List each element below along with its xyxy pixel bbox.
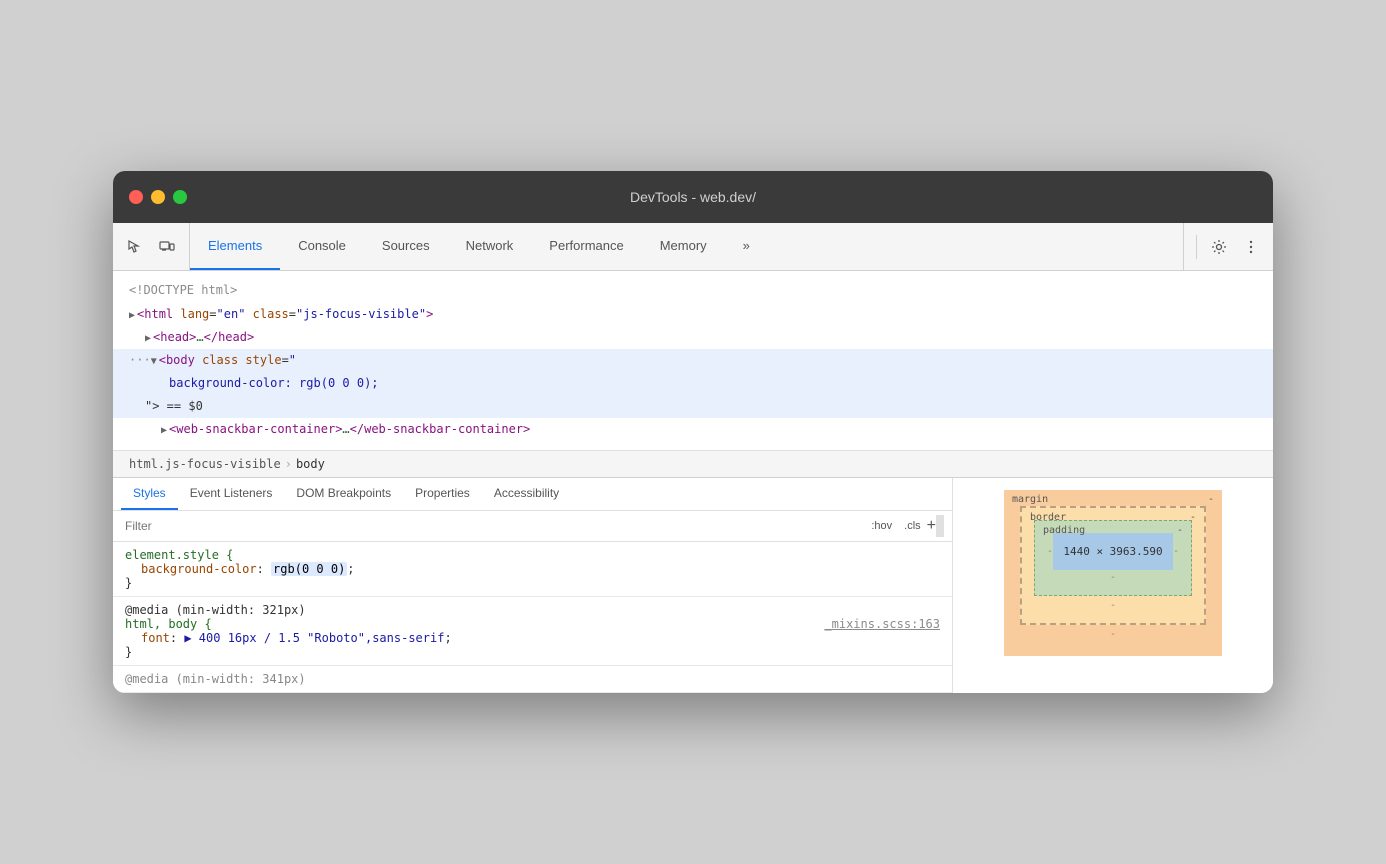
cls-filter-button[interactable]: .cls	[898, 518, 927, 534]
dom-line-body-end[interactable]: "> == $0	[113, 395, 1273, 418]
titlebar: DevTools - web.dev/	[113, 171, 1273, 223]
toolbar: Elements Console Sources Network Perform…	[113, 223, 1273, 271]
tab-elements[interactable]: Elements	[190, 223, 280, 270]
expand-icon: ▼	[151, 356, 157, 367]
subtab-list: Styles Event Listeners DOM Breakpoints P…	[113, 478, 952, 511]
tab-list: Elements Console Sources Network Perform…	[190, 223, 1183, 270]
margin-label: margin	[1012, 494, 1048, 505]
dom-line-body[interactable]: ···▼<body class style="	[113, 349, 1273, 372]
subtab-properties[interactable]: Properties	[403, 478, 482, 510]
dom-panel: <!DOCTYPE html> ▶<html lang="en" class="…	[113, 271, 1273, 450]
margin-bottom-dash: -	[1020, 625, 1206, 640]
margin-dash: -	[1208, 494, 1214, 505]
filter-bar: :hov .cls +	[113, 511, 952, 542]
toolbar-actions	[1183, 223, 1273, 270]
add-style-button[interactable]: +	[927, 518, 936, 534]
toolbar-icons	[113, 223, 190, 270]
padding-dash: -	[1177, 525, 1183, 536]
close-button[interactable]	[129, 190, 143, 204]
devtools-window: DevTools - web.dev/ Elements C	[113, 171, 1273, 692]
border-bottom-dash: -	[1034, 596, 1192, 611]
css-value[interactable]: ▶ 400 16px / 1.5 "Roboto",sans-serif	[184, 631, 444, 645]
box-model-diagram: margin - border - padding - -	[1004, 490, 1222, 656]
content-size: 1440 × 3963.590	[1063, 545, 1162, 558]
breadcrumb-item-body[interactable]: body	[296, 457, 325, 471]
filter-input[interactable]	[121, 515, 865, 537]
dom-line-html[interactable]: ▶<html lang="en" class="js-focus-visible…	[113, 303, 1273, 326]
dom-line-head[interactable]: ▶<head>…</head>	[113, 326, 1273, 349]
subtab-accessibility[interactable]: Accessibility	[482, 478, 571, 510]
css-rules-panel: element.style { background-color: rgb(0 …	[113, 542, 952, 693]
css-property[interactable]: font	[141, 631, 170, 645]
css-value-highlight[interactable]: rgb(0 0 0)	[271, 562, 347, 576]
maximize-button[interactable]	[173, 190, 187, 204]
expand-icon: ▶	[161, 425, 167, 436]
padding-label: padding	[1043, 525, 1085, 536]
tab-console[interactable]: Console	[280, 223, 364, 270]
minimize-button[interactable]	[151, 190, 165, 204]
tab-performance[interactable]: Performance	[531, 223, 641, 270]
css-rule-media-321: @media (min-width: 321px) html, body { _…	[113, 597, 952, 666]
css-property[interactable]: background-color	[141, 562, 257, 576]
inspect-element-button[interactable]	[121, 233, 149, 261]
css-selector[interactable]: element.style {	[125, 548, 233, 562]
dom-line-doctype[interactable]: <!DOCTYPE html>	[113, 279, 1273, 302]
more-options-button[interactable]	[1237, 233, 1265, 261]
subtab-event-listeners[interactable]: Event Listeners	[178, 478, 285, 510]
expand-icon: ▶	[129, 310, 135, 321]
tab-network[interactable]: Network	[448, 223, 532, 270]
dom-line-bgcolor[interactable]: background-color: rgb(0 0 0);	[113, 372, 1273, 395]
subtab-dom-breakpoints[interactable]: DOM Breakpoints	[284, 478, 403, 510]
tab-sources[interactable]: Sources	[364, 223, 448, 270]
styles-left-panel: Styles Event Listeners DOM Breakpoints P…	[113, 478, 953, 693]
device-toolbar-button[interactable]	[153, 233, 181, 261]
hov-filter-button[interactable]: :hov	[865, 518, 898, 534]
breadcrumb-item-html[interactable]: html.js-focus-visible	[129, 457, 281, 471]
window-title: DevTools - web.dev/	[630, 189, 756, 205]
css-selector[interactable]: html, body {	[125, 617, 212, 631]
traffic-lights	[129, 190, 187, 204]
box-border: border - padding - - 1440 × 3963.590	[1020, 506, 1206, 625]
box-margin: margin - border - padding - -	[1004, 490, 1222, 656]
box-content: 1440 × 3963.590	[1053, 533, 1173, 570]
subtab-styles[interactable]: Styles	[121, 478, 178, 510]
filter-scrollbar[interactable]	[936, 515, 944, 537]
css-rule-element-style: element.style { background-color: rgb(0 …	[113, 542, 952, 597]
css-at-rule: @media (min-width: 321px)	[125, 603, 306, 617]
breadcrumb: html.js-focus-visible › body	[113, 451, 1273, 478]
css-source-link[interactable]: _mixins.scss:163	[824, 617, 940, 631]
expand-icon: ▶	[145, 333, 151, 344]
dom-line-snackbar[interactable]: ▶<web-snackbar-container>…</web-snackbar…	[113, 418, 1273, 441]
content-side-row: - 1440 × 3963.590 -	[1047, 533, 1179, 570]
box-padding: padding - - 1440 × 3963.590 - -	[1034, 520, 1192, 596]
content-right-dash: -	[1173, 546, 1179, 557]
settings-button[interactable]	[1205, 233, 1233, 261]
padding-bottom-dash: -	[1047, 570, 1179, 583]
css-rule-media-341: @media (min-width: 341px)	[113, 666, 952, 693]
tab-more[interactable]: »	[725, 223, 768, 270]
styles-panel: Styles Event Listeners DOM Breakpoints P…	[113, 478, 1273, 693]
css-at-rule-partial: @media (min-width: 341px)	[125, 672, 306, 686]
tab-memory[interactable]: Memory	[642, 223, 725, 270]
box-model-panel: margin - border - padding - -	[953, 478, 1273, 693]
